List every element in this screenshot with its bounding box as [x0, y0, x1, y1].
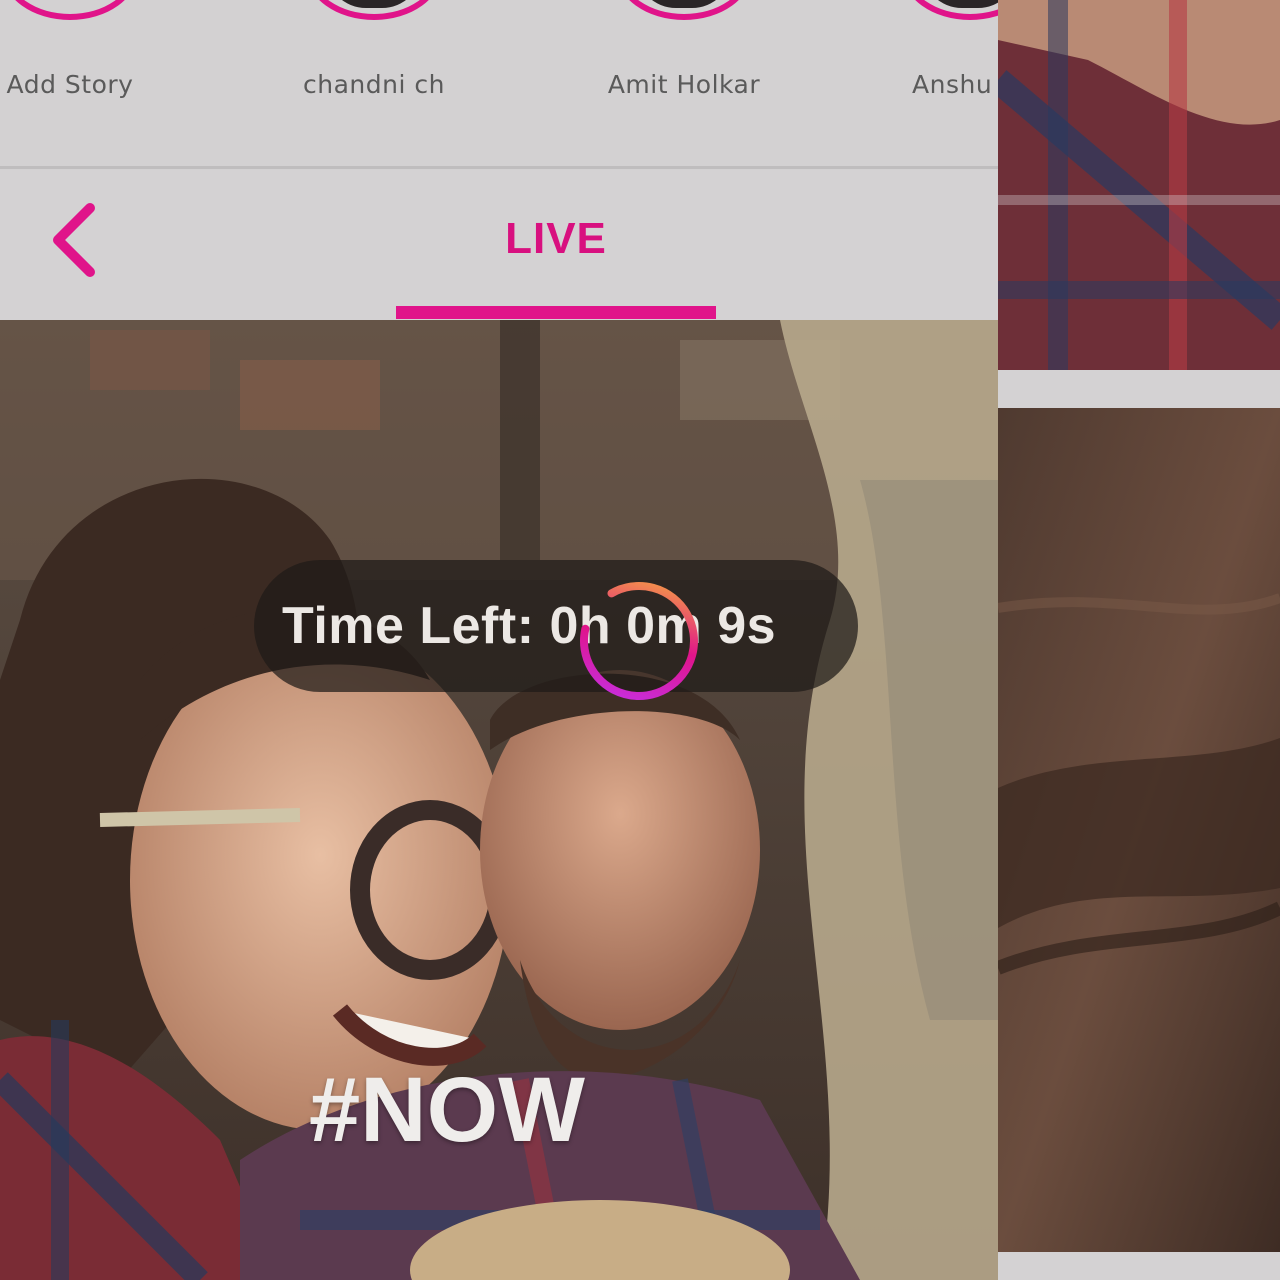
- live-header: LIVE: [0, 170, 998, 320]
- stories-bar: Add Story chandni ch Amit Holkar Anshu: [0, 0, 998, 168]
- preview-image: [998, 408, 1280, 1252]
- back-button[interactable]: [48, 202, 108, 278]
- hashtag-label: #NOW: [309, 1059, 585, 1161]
- story-avatar-ring: [306, 0, 442, 20]
- stories-divider: [0, 166, 998, 169]
- story-avatar-ring: [616, 0, 752, 20]
- loading-spinner-icon: [580, 582, 698, 700]
- tab-active-indicator: [396, 306, 716, 319]
- story-item[interactable]: chandni ch: [274, 0, 474, 130]
- story-name: Anshu: [912, 70, 993, 99]
- story-avatar-ring: [902, 0, 998, 20]
- story-name: Add Story: [6, 70, 134, 99]
- story-item[interactable]: Amit Holkar: [584, 0, 784, 130]
- chevron-left-icon: [53, 203, 95, 277]
- story-name: chandni ch: [303, 70, 445, 99]
- time-left-pill: Time Left: 0h 0m 9s: [254, 560, 858, 692]
- next-story-preview-top[interactable]: [998, 0, 1280, 370]
- live-video[interactable]: Time Left: 0h 0m 9s #NOW: [0, 320, 998, 1280]
- story-name: Amit Holkar: [607, 70, 761, 99]
- preview-image: [998, 0, 1280, 370]
- story-avatar-ring: [2, 0, 138, 20]
- preview-footer: [998, 1252, 1280, 1280]
- next-story-preview-bottom[interactable]: [998, 408, 1280, 1252]
- tab-live[interactable]: LIVE: [396, 214, 716, 264]
- story-item[interactable]: Anshu: [890, 0, 998, 130]
- preview-gap: [998, 370, 1280, 408]
- live-story-panel: Add Story chandni ch Amit Holkar Anshu L…: [0, 0, 998, 1280]
- story-item-add[interactable]: Add Story: [0, 0, 170, 130]
